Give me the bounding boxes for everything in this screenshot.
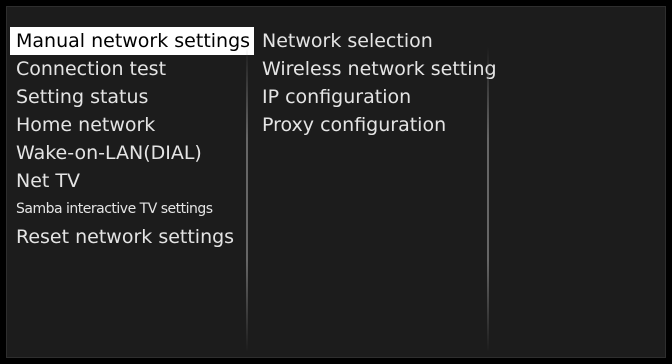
column-divider: [487, 47, 489, 352]
menu-item-home-network[interactable]: Home network: [10, 111, 254, 139]
submenu-item-ip-configuration[interactable]: IP configuration: [256, 83, 501, 111]
menu-item-wake-on-lan[interactable]: Wake-on-LAN(DIAL): [10, 139, 254, 167]
network-menu: Manual network settings Connection test …: [10, 27, 255, 251]
manual-network-submenu: Network selection Wireless network setti…: [256, 27, 501, 139]
column-divider: [246, 47, 248, 352]
menu-item-connection-test[interactable]: Connection test: [10, 55, 254, 83]
menu-item-manual-network-settings[interactable]: Manual network settings: [10, 27, 255, 55]
submenu-item-proxy-configuration[interactable]: Proxy configuration: [256, 111, 501, 139]
menu-item-samba-interactive-tv-settings[interactable]: Samba interactive TV settings: [10, 195, 254, 223]
submenu-item-network-selection[interactable]: Network selection: [256, 27, 501, 55]
network-settings-screen: Manual network settings Connection test …: [6, 6, 666, 358]
menu-item-net-tv[interactable]: Net TV: [10, 167, 254, 195]
menu-item-reset-network-settings[interactable]: Reset network settings: [10, 223, 254, 251]
submenu-item-wireless-network-setting[interactable]: Wireless network setting: [256, 55, 501, 83]
menu-item-setting-status[interactable]: Setting status: [10, 83, 254, 111]
